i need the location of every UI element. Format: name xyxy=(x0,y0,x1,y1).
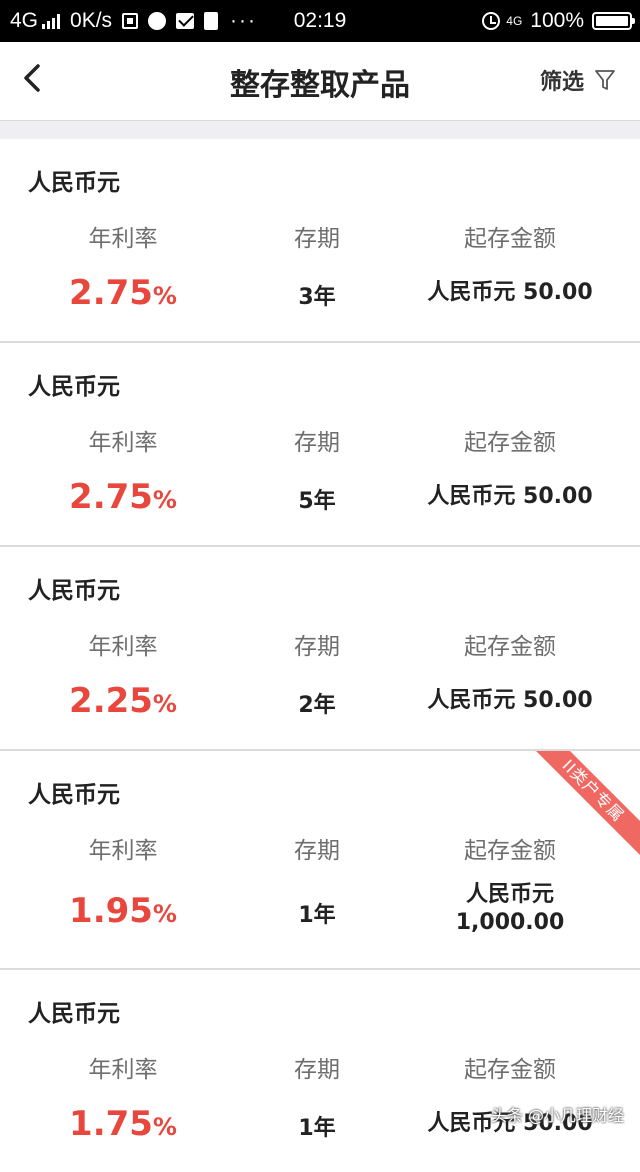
min-amount-value: 人民币元 50.00 xyxy=(427,484,593,509)
round-app-icon xyxy=(148,12,167,30)
rate-value: 2.25% xyxy=(28,681,218,721)
nav-bar: 整存整取产品 筛选 xyxy=(0,42,640,121)
card-currency: 人民币元 xyxy=(28,1001,120,1027)
signal-icon xyxy=(42,13,61,29)
rate-unit: % xyxy=(152,1113,177,1141)
rate-label: 年利率 xyxy=(88,1057,158,1083)
rate-number: 2.25 xyxy=(69,681,153,721)
battery-icon xyxy=(592,12,635,30)
rate-value: 1.95% xyxy=(28,891,218,931)
term-value: 2年 xyxy=(298,693,336,718)
rate-number: 2.75 xyxy=(69,273,153,313)
rate-value: 2.75% xyxy=(28,477,218,517)
term-label: 存期 xyxy=(294,226,340,252)
rate-unit: % xyxy=(152,282,177,310)
min-amount-label: 起存金额 xyxy=(464,634,556,660)
min-amount-label: 起存金额 xyxy=(464,838,556,864)
min-amount-label: 起存金额 xyxy=(464,1057,556,1083)
rate-unit: % xyxy=(152,900,177,928)
min-amount-label: 起存金额 xyxy=(464,226,556,252)
term-label: 存期 xyxy=(294,634,340,660)
rate-value: 2.75% xyxy=(28,273,218,313)
product-card[interactable]: 人民币元 年利率 存期 起存金额 2.25% 2年 人民币元 50.00 xyxy=(0,547,640,751)
status-bar: 4G 0K/s ··· 02:19 4G 100% xyxy=(0,0,640,42)
network-type: 4G xyxy=(10,9,39,32)
rate-number: 1.75 xyxy=(69,1104,153,1144)
app-icon xyxy=(122,13,139,29)
rate-unit: % xyxy=(152,486,177,514)
alarm-icon xyxy=(482,12,501,30)
rate-label: 年利率 xyxy=(88,226,158,252)
card-currency: 人民币元 xyxy=(28,374,120,400)
term-label: 存期 xyxy=(294,1057,340,1083)
back-button[interactable] xyxy=(14,58,54,98)
term-value: 3年 xyxy=(298,285,336,310)
min-amount-currency: 人民币元 xyxy=(465,882,554,907)
clipboard-icon xyxy=(204,12,219,30)
product-card[interactable]: II类户专属 人民币元 年利率 存期 起存金额 1.95% 1年 人民币元 1,… xyxy=(0,751,640,970)
rate-label: 年利率 xyxy=(88,838,158,864)
card-currency: 人民币元 xyxy=(28,578,120,604)
filter-label: 筛选 xyxy=(539,70,584,95)
term-value: 5年 xyxy=(298,489,336,514)
card-currency: 人民币元 xyxy=(28,782,120,808)
term-value: 1年 xyxy=(298,903,336,928)
clock: 02:19 xyxy=(293,9,347,32)
term-label: 存期 xyxy=(294,838,340,864)
rate-unit: % xyxy=(152,690,177,718)
min-amount-number: 1,000.00 xyxy=(455,910,565,935)
network-speed: 0K/s xyxy=(70,9,113,32)
min-amount-label: 起存金额 xyxy=(464,430,556,456)
network-4g-label: 4G xyxy=(506,14,523,28)
funnel-icon xyxy=(595,70,615,90)
rate-number: 2.75 xyxy=(69,477,153,517)
section-divider xyxy=(0,121,640,139)
rate-label: 年利率 xyxy=(88,430,158,456)
rate-value: 1.75% xyxy=(28,1104,218,1144)
min-amount-value: 人民币元 50.00 xyxy=(427,280,593,305)
min-amount-value: 人民币元 50.00 xyxy=(427,688,593,713)
term-label: 存期 xyxy=(294,430,340,456)
filter-button[interactable]: 筛选 xyxy=(540,64,616,96)
min-amount-value: 人民币元 1,000.00 xyxy=(400,881,620,937)
product-list: 人民币元 年利率 存期 起存金额 2.75% 3年 人民币元 50.00 人民币… xyxy=(0,139,640,1172)
battery-percent: 100% xyxy=(530,9,584,32)
more-dots-icon: ··· xyxy=(230,9,258,32)
chevron-left-icon xyxy=(24,64,40,92)
card-currency: 人民币元 xyxy=(28,170,120,196)
mail-icon xyxy=(176,13,195,29)
product-card[interactable]: 人民币元 年利率 存期 起存金额 1.75% 1年 人民币元 50.00 xyxy=(0,970,640,1172)
rate-number: 1.95 xyxy=(69,891,153,931)
rate-label: 年利率 xyxy=(88,634,158,660)
product-card[interactable]: 人民币元 年利率 存期 起存金额 2.75% 3年 人民币元 50.00 xyxy=(0,139,640,343)
product-card[interactable]: 人民币元 年利率 存期 起存金额 2.75% 5年 人民币元 50.00 xyxy=(0,343,640,547)
term-value: 1年 xyxy=(298,1116,336,1141)
watermark: 头条 @小几理财经 xyxy=(490,1106,624,1125)
